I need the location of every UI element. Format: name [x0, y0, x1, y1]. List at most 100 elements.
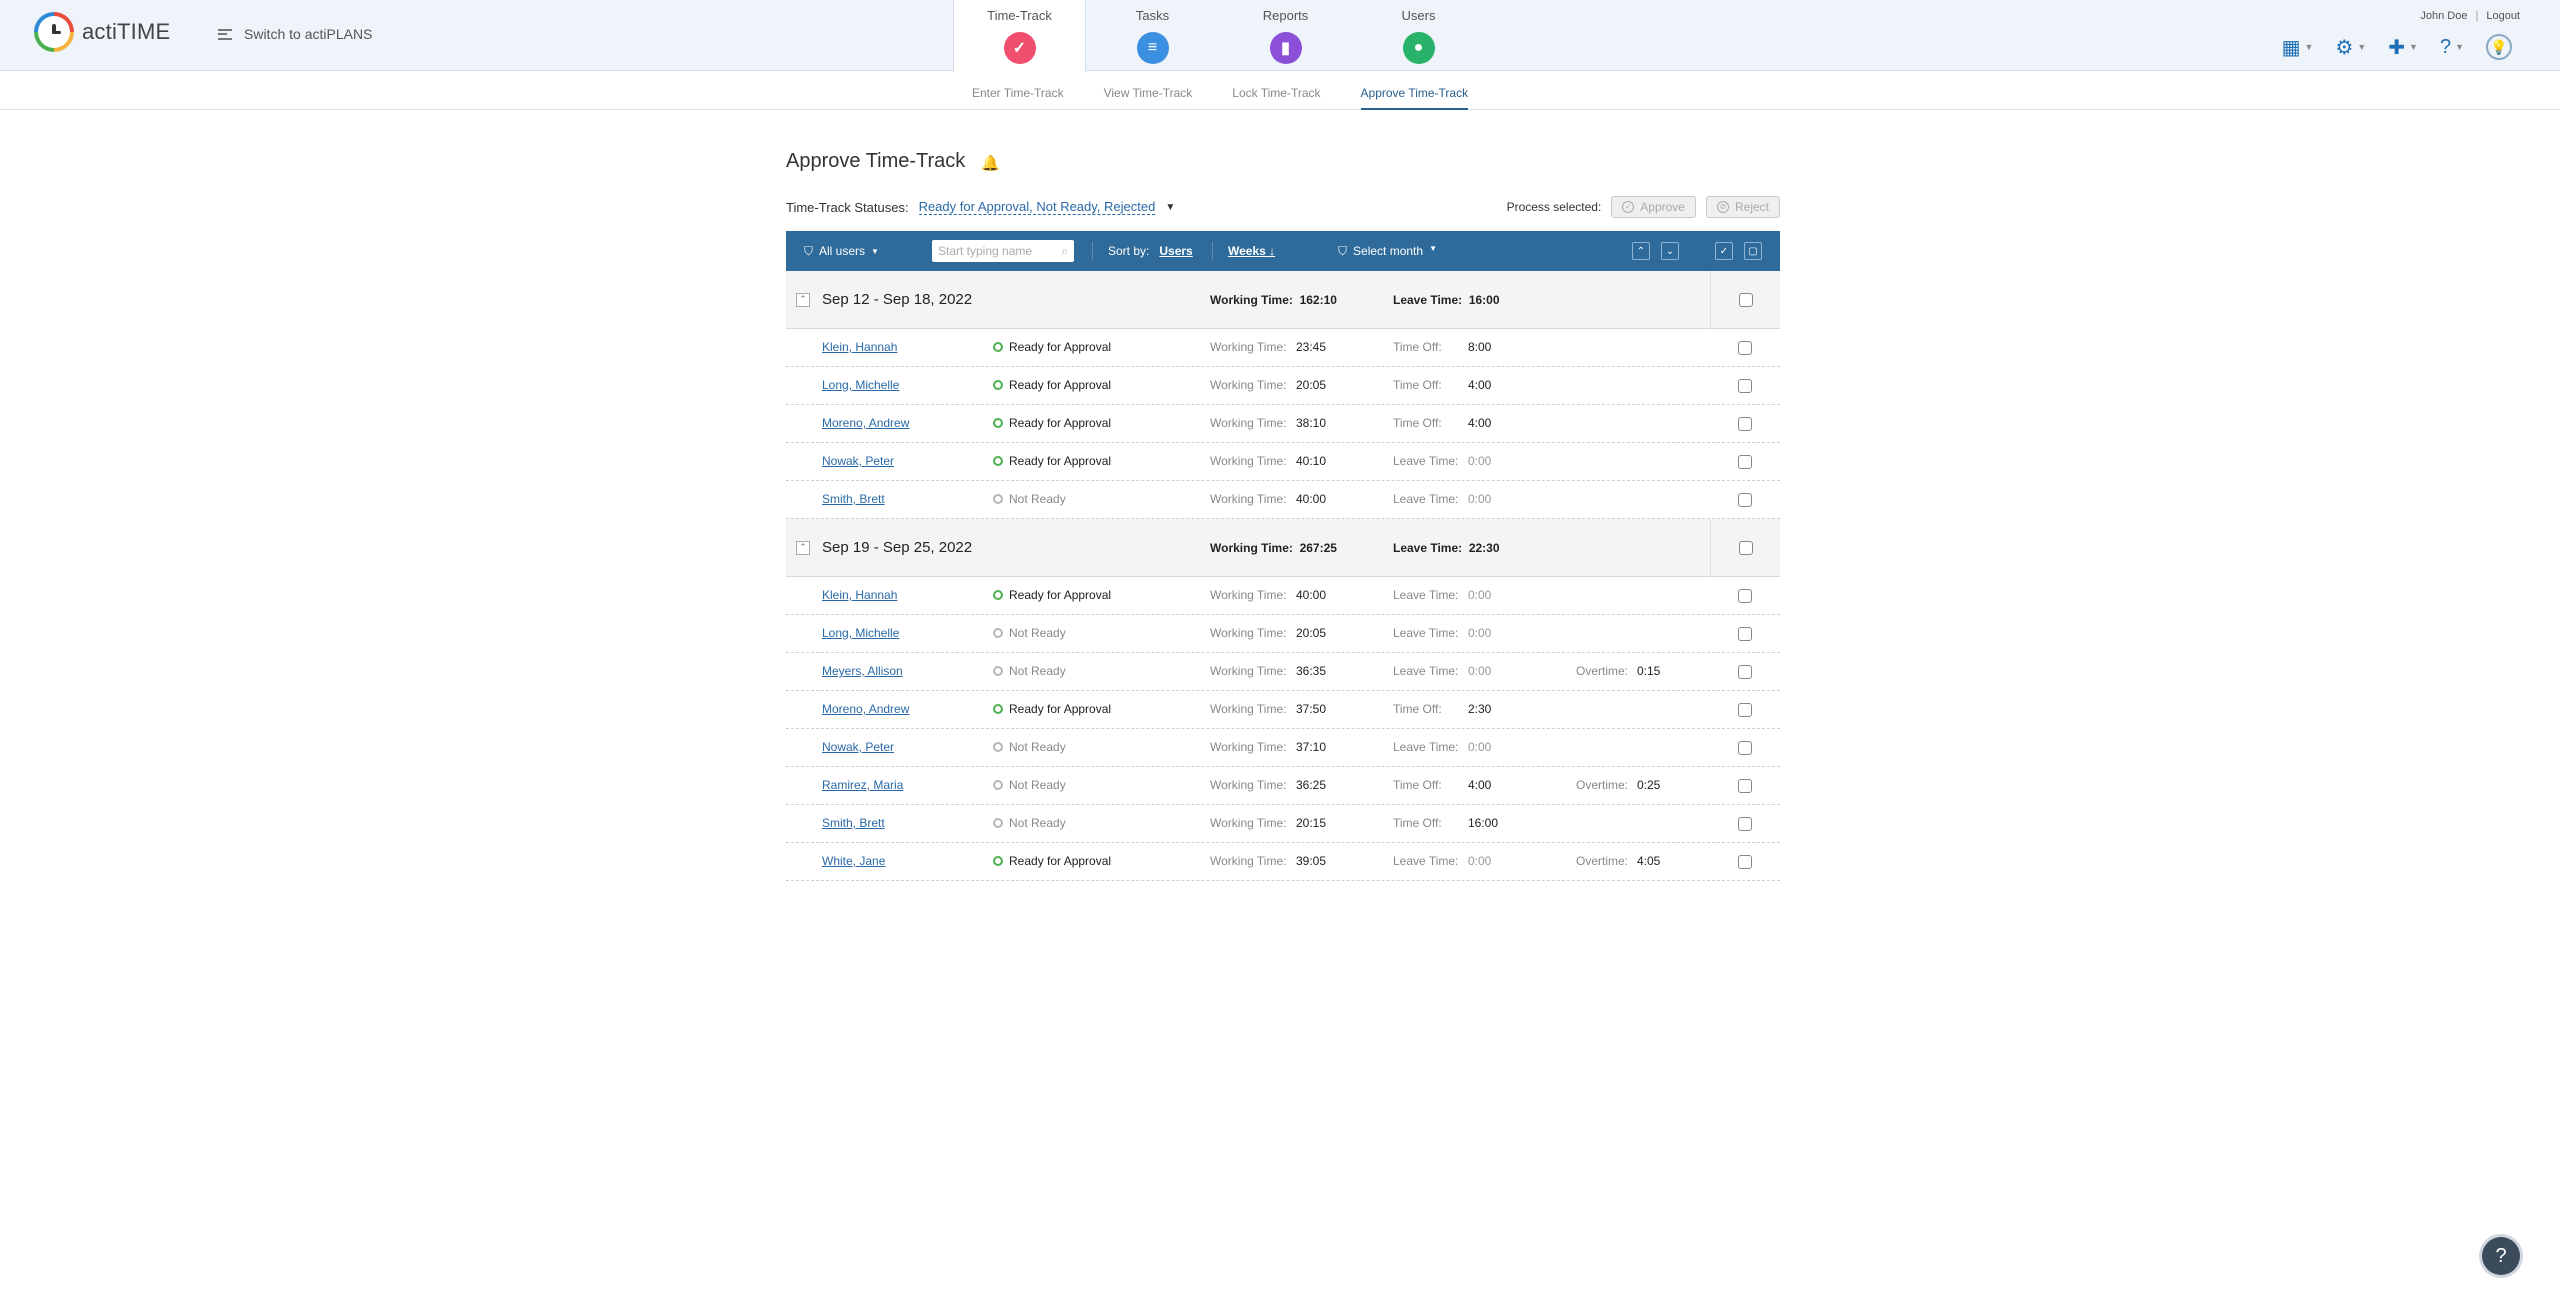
collapse-icon[interactable]: ⌃ [796, 292, 810, 307]
leave-value: 0:00 [1468, 740, 1492, 754]
status-circle-icon [993, 456, 1003, 466]
sort-control: Sort by: Users [1108, 244, 1193, 258]
status-circle-icon [993, 342, 1003, 352]
module-tab-time-track[interactable]: Time-Track ✓ [953, 0, 1086, 72]
status-circle-icon [993, 856, 1003, 866]
status-label: Ready for Approval [1009, 588, 1112, 602]
user-name-link[interactable]: Nowak, Peter [822, 740, 894, 754]
row-select-checkbox[interactable] [1738, 779, 1752, 793]
working-time-value: 39:05 [1296, 854, 1327, 868]
expand-all-icon[interactable]: ⌄ [1661, 242, 1679, 260]
user-name-link[interactable]: Meyers, Allison [822, 664, 903, 678]
user-name-link[interactable]: Klein, Hannah [822, 588, 897, 602]
status-label: Ready for Approval [1009, 854, 1112, 868]
overtime-value: 4:05 [1637, 854, 1661, 868]
user-name[interactable]: John Doe [2420, 10, 2467, 22]
select-month-label: Select month [1353, 243, 1424, 258]
module-tab-tasks[interactable]: Tasks ≡ [1086, 0, 1219, 72]
list-toolbar: ⛉ All users ▼ Start typing name ⌕ Sort by: U… [786, 231, 1780, 271]
working-time-label: Working Time: [1210, 626, 1287, 640]
user-search-input[interactable]: Start typing name ⌕ [932, 240, 1074, 262]
help-menu[interactable]: ? ▼ [2440, 36, 2464, 59]
table-row: Smith, Brett Not Ready Working Time: 20:… [786, 805, 1780, 843]
week-select-checkbox[interactable] [1739, 293, 1753, 307]
leave-type-label: Leave Time: [1393, 740, 1459, 754]
user-name-link[interactable]: Ramirez, Maria [822, 778, 903, 792]
bell-icon[interactable]: 🔔 [981, 154, 1000, 172]
user-name-link[interactable]: Moreno, Andrew [822, 416, 909, 430]
actitime-logo[interactable]: actiTIME [34, 12, 170, 52]
deselect-all-icon[interactable]: ▢ [1744, 242, 1762, 260]
subnav-enter-time-track[interactable]: Enter Time-Track [972, 86, 1064, 110]
working-time-value: 36:25 [1296, 778, 1327, 792]
subnav-lock-time-track[interactable]: Lock Time-Track [1232, 86, 1320, 110]
statuses-selector[interactable]: Ready for Approval, Not Ready, Rejected [918, 199, 1156, 215]
status-label: Not Ready [1009, 778, 1066, 792]
switch-to-actiplans-link[interactable]: Switch to actiPLANS [218, 26, 372, 42]
menu-icon [218, 28, 232, 40]
row-select-checkbox[interactable] [1738, 493, 1752, 507]
row-select-checkbox[interactable] [1738, 627, 1752, 641]
week-group-header: ⌃ Sep 12 - Sep 18, 2022 Working Time: 16… [786, 271, 1780, 329]
main-content: Approve Time-Track 🔔 Time-Track Statuses… [786, 150, 1780, 881]
status-circle-icon [993, 818, 1003, 828]
status-label: Ready for Approval [1009, 340, 1112, 354]
user-name-link[interactable]: Moreno, Andrew [822, 702, 909, 716]
leave-value: 16:00 [1468, 816, 1499, 830]
collapse-all-icon[interactable]: ⌃ [1632, 242, 1650, 260]
subnav-approve-time-track[interactable]: Approve Time-Track [1360, 86, 1469, 110]
status-badge: Ready for Approval [993, 702, 1111, 716]
user-name-link[interactable]: Smith, Brett [822, 492, 885, 506]
weeks-grouping[interactable]: Weeks ↓ [1228, 244, 1275, 258]
status-label: Not Ready [1009, 626, 1066, 640]
row-select-checkbox[interactable] [1738, 703, 1752, 717]
user-name-link[interactable]: Klein, Hannah [822, 340, 897, 354]
row-select-checkbox[interactable] [1738, 589, 1752, 603]
collapse-icon[interactable]: ⌃ [796, 540, 810, 555]
subnav-view-time-track[interactable]: View Time-Track [1104, 86, 1193, 110]
module-tab-reports[interactable]: Reports ▮ [1219, 0, 1352, 72]
row-select-checkbox[interactable] [1738, 817, 1752, 831]
reject-button[interactable]: ⊘ Reject [1705, 196, 1780, 218]
table-row: White, Jane Ready for Approval Working T… [786, 843, 1780, 881]
lightbulb-icon[interactable]: 💡 [2486, 34, 2512, 60]
addons-menu[interactable]: ✚ ▼ [2388, 35, 2418, 60]
status-circle-icon [993, 628, 1003, 638]
user-name-link[interactable]: White, Jane [822, 854, 885, 868]
week-title: Sep 19 - Sep 25, 2022 [822, 539, 973, 556]
row-select-checkbox[interactable] [1738, 855, 1752, 869]
calendar-menu[interactable]: ▦ ▼ [2282, 35, 2314, 60]
row-select-checkbox[interactable] [1738, 741, 1752, 755]
row-select-checkbox[interactable] [1738, 379, 1752, 393]
chevron-down-icon[interactable]: ▼ [1165, 202, 1175, 213]
arrow-down-icon: ↓ [1269, 244, 1276, 258]
working-time-label: Working Time: [1210, 378, 1287, 392]
status-filter-row: Time-Track Statuses: Ready for Approval,… [786, 195, 1780, 219]
search-placeholder: Start typing name [938, 244, 1033, 258]
logout-link[interactable]: Logout [2486, 10, 2520, 22]
user-name-link[interactable]: Long, Michelle [822, 626, 899, 640]
settings-menu[interactable]: ⚙ ▼ [2335, 35, 2366, 60]
select-month-filter[interactable]: ⛉ Select month ▼ [1338, 244, 1437, 259]
week-select-checkbox[interactable] [1739, 541, 1753, 555]
status-badge: Ready for Approval [993, 588, 1111, 602]
leave-value: 0:00 [1468, 454, 1492, 468]
select-all-icon[interactable]: ✓ [1715, 242, 1733, 260]
help-button[interactable]: ? [2482, 1237, 2520, 1275]
process-label: Process selected: [1506, 200, 1602, 214]
user-name-link[interactable]: Smith, Brett [822, 816, 885, 830]
page-title: Approve Time-Track [786, 150, 966, 172]
approve-button[interactable]: ✓ Approve [1611, 196, 1696, 218]
row-select-checkbox[interactable] [1738, 417, 1752, 431]
user-name-link[interactable]: Long, Michelle [822, 378, 899, 392]
ban-icon: ⊘ [1716, 201, 1729, 213]
module-tab-users[interactable]: Users ● [1352, 0, 1485, 72]
row-select-checkbox[interactable] [1738, 341, 1752, 355]
sort-users-link[interactable]: Users [1159, 244, 1192, 258]
leave-type-label: Leave Time: [1393, 492, 1459, 506]
leave-value: 0:00 [1468, 492, 1492, 506]
row-select-checkbox[interactable] [1738, 665, 1752, 679]
user-name-link[interactable]: Nowak, Peter [822, 454, 894, 468]
all-users-filter[interactable]: ⛉ All users ▼ [804, 244, 879, 259]
row-select-checkbox[interactable] [1738, 455, 1752, 469]
